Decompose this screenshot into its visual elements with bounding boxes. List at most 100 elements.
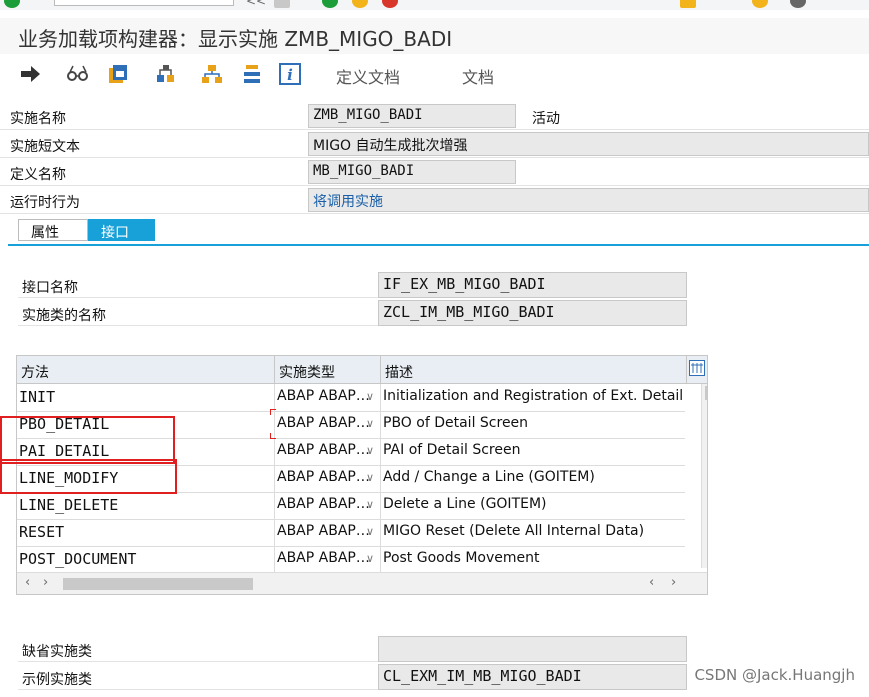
- enter-icon[interactable]: [4, 0, 20, 8]
- application-toolbar: [0, 55, 869, 95]
- table-row[interactable]: POST_DOCUMENT ABAP ABAP… ∨ Post Goods Movem…: [17, 546, 685, 574]
- method-cell[interactable]: RESET: [17, 519, 275, 546]
- stack-list-icon[interactable]: [240, 62, 264, 86]
- impl-short-text-label: 实施短文本: [10, 139, 80, 155]
- description-cell[interactable]: PBO of Detail Screen: [381, 411, 685, 438]
- impl-type-value: ABAP ABAP…: [277, 496, 370, 512]
- table-row[interactable]: PBO_DETAIL ABAP ABAP… ∨ PBO of Detail Scree…: [17, 411, 685, 439]
- table-row[interactable]: PAI_DETAIL ABAP ABAP… ∨ PAI of Detail Scree…: [17, 438, 685, 466]
- description-cell[interactable]: Post Goods Movement: [381, 546, 685, 573]
- description-cell[interactable]: MIGO Reset (Delete All Internal Data): [381, 519, 685, 546]
- info-icon[interactable]: i: [278, 62, 302, 86]
- scroll-right-icon-2[interactable]: ›: [671, 575, 676, 590]
- impl-type-value: ABAP ABAP…: [277, 523, 370, 539]
- impl-type-dropdown[interactable]: ABAP ABAP… ∨: [275, 438, 381, 465]
- impl-type-dropdown[interactable]: ABAP ABAP… ∨: [275, 546, 381, 573]
- impl-type-dropdown[interactable]: ABAP ABAP… ∨: [275, 465, 381, 492]
- method-cell[interactable]: POST_DOCUMENT: [17, 546, 275, 573]
- scroll-right-icon[interactable]: ›: [43, 575, 48, 590]
- impl-status-text: 活动: [532, 111, 560, 127]
- description-cell[interactable]: Add / Change a Line (GOITEM): [381, 465, 685, 492]
- chevron-down-icon[interactable]: ∨: [366, 417, 374, 430]
- horizontal-scrollbar[interactable]: ‹ › ‹ ›: [17, 572, 707, 594]
- table-row[interactable]: LINE_DELETE ABAP ABAP… ∨ Delete a Line (GOI…: [17, 492, 685, 520]
- if-name-field[interactable]: IF_EX_MB_MIGO_BADI: [378, 272, 687, 298]
- impl-type-value: ABAP ABAP…: [277, 388, 370, 404]
- cell-focus-corner: [270, 409, 276, 415]
- methods-table: 方法 实施类型 描述 INIT ABAP ABAP… ∨ Initialization…: [16, 355, 708, 595]
- runtime-label: 运行时行为: [10, 195, 80, 211]
- object-tree-icon[interactable]: [154, 62, 178, 86]
- default-class-label: 缺省实施类: [22, 644, 92, 660]
- scroll-up-icon[interactable]: ︿: [707, 534, 708, 550]
- glasses-icon[interactable]: [66, 62, 90, 86]
- chevron-down-icon[interactable]: ∨: [366, 444, 374, 457]
- chevron-left-icon[interactable]: <<: [246, 0, 266, 8]
- impl-type-dropdown[interactable]: ABAP ABAP… ∨: [275, 519, 381, 546]
- description-cell[interactable]: Initialization and Registration of Ext. …: [381, 384, 685, 411]
- description-cell[interactable]: PAI of Detail Screen: [381, 438, 685, 465]
- impl-type-dropdown[interactable]: ABAP ABAP… ∨: [275, 411, 381, 438]
- scroll-down-icon[interactable]: ﹀: [707, 552, 708, 568]
- hscroll-thumb[interactable]: [63, 578, 253, 590]
- page-title: 业务加载项构建器：显示实施 ZMB_MIGO_BADI: [18, 27, 453, 51]
- impl-type-value: ABAP ABAP…: [277, 469, 370, 485]
- method-cell[interactable]: PAI_DETAIL: [17, 438, 275, 465]
- svg-text:i: i: [287, 66, 293, 84]
- cell-focus-corner-2: [270, 433, 276, 439]
- impl-class-field[interactable]: ZCL_IM_MB_MIGO_BADI: [378, 300, 687, 326]
- chevron-down-icon[interactable]: ∨: [366, 525, 374, 538]
- example-class-field[interactable]: CL_EXM_IM_MB_MIGO_BADI: [378, 664, 687, 690]
- method-cell[interactable]: LINE_MODIFY: [17, 465, 275, 492]
- grid-settings-icon[interactable]: [687, 356, 707, 384]
- define-doc-button[interactable]: 定义文档: [336, 64, 400, 88]
- settings-gear-icon[interactable]: [790, 0, 806, 8]
- chevron-down-icon[interactable]: ∨: [366, 498, 374, 511]
- column-header-impl-type[interactable]: 实施类型: [275, 356, 381, 384]
- scroll-left-icon-2[interactable]: ‹: [649, 575, 654, 590]
- watermark-text: CSDN @Jack.Huangjh: [694, 666, 855, 684]
- tab-attributes[interactable]: 属性: [18, 219, 88, 241]
- clipboard-package-icon[interactable]: [106, 62, 130, 86]
- tab-interface[interactable]: 接口: [88, 219, 155, 241]
- scroll-left-icon[interactable]: ‹: [25, 575, 30, 590]
- chevron-down-icon[interactable]: ∨: [366, 471, 374, 484]
- back-icon[interactable]: [322, 0, 338, 8]
- favorites-icon[interactable]: [680, 0, 696, 8]
- doc-button[interactable]: 文档: [462, 64, 494, 88]
- runtime-link[interactable]: 将调用实施: [308, 188, 869, 212]
- chevron-down-icon[interactable]: ∨: [366, 552, 374, 565]
- method-cell[interactable]: INIT: [17, 384, 275, 411]
- def-name-field[interactable]: MB_MIGO_BADI: [308, 160, 516, 184]
- impl-type-dropdown[interactable]: ABAP ABAP… ∨: [275, 384, 381, 411]
- impl-type-value: ABAP ABAP…: [277, 550, 370, 566]
- table-row[interactable]: RESET ABAP ABAP… ∨ MIGO Reset (Delete All I…: [17, 519, 685, 547]
- chevron-down-icon[interactable]: ∨: [366, 390, 374, 403]
- example-class-label: 示例实施类: [22, 672, 92, 688]
- save-icon[interactable]: [274, 0, 290, 8]
- column-header-method[interactable]: 方法: [17, 356, 275, 384]
- arrow-right-icon[interactable]: [18, 62, 42, 86]
- method-cell[interactable]: PBO_DETAIL: [17, 411, 275, 438]
- table-row[interactable]: INIT ABAP ABAP… ∨ Initialization and Regist…: [17, 384, 685, 412]
- table-row[interactable]: LINE_MODIFY ABAP ABAP… ∨ Add / Change a Lin…: [17, 465, 685, 493]
- impl-class-label: 实施类的名称: [22, 308, 106, 324]
- impl-short-text-field[interactable]: MIGO 自动生成批次增强: [308, 132, 869, 156]
- help-icon[interactable]: [752, 0, 768, 8]
- vertical-scrollbar[interactable]: ︿ ﹀: [701, 384, 708, 568]
- exit-icon[interactable]: [352, 0, 368, 8]
- if-name-label: 接口名称: [22, 280, 78, 296]
- description-cell[interactable]: Delete a Line (GOITEM): [381, 492, 685, 519]
- impl-type-dropdown[interactable]: ABAP ABAP… ∨: [275, 492, 381, 519]
- default-class-field[interactable]: [378, 636, 687, 662]
- column-header-description[interactable]: 描述: [381, 356, 687, 384]
- hierarchy-icon[interactable]: [200, 62, 224, 86]
- tab-underline: [8, 244, 869, 246]
- method-cell[interactable]: LINE_DELETE: [17, 492, 275, 519]
- cancel-icon[interactable]: [382, 0, 398, 8]
- scroll-thumb[interactable]: [705, 386, 707, 400]
- impl-type-value: ABAP ABAP…: [277, 415, 370, 431]
- command-field[interactable]: [54, 0, 234, 6]
- impl-name-field[interactable]: ZMB_MIGO_BADI: [308, 104, 516, 128]
- system-toolbar: <<: [0, 0, 869, 10]
